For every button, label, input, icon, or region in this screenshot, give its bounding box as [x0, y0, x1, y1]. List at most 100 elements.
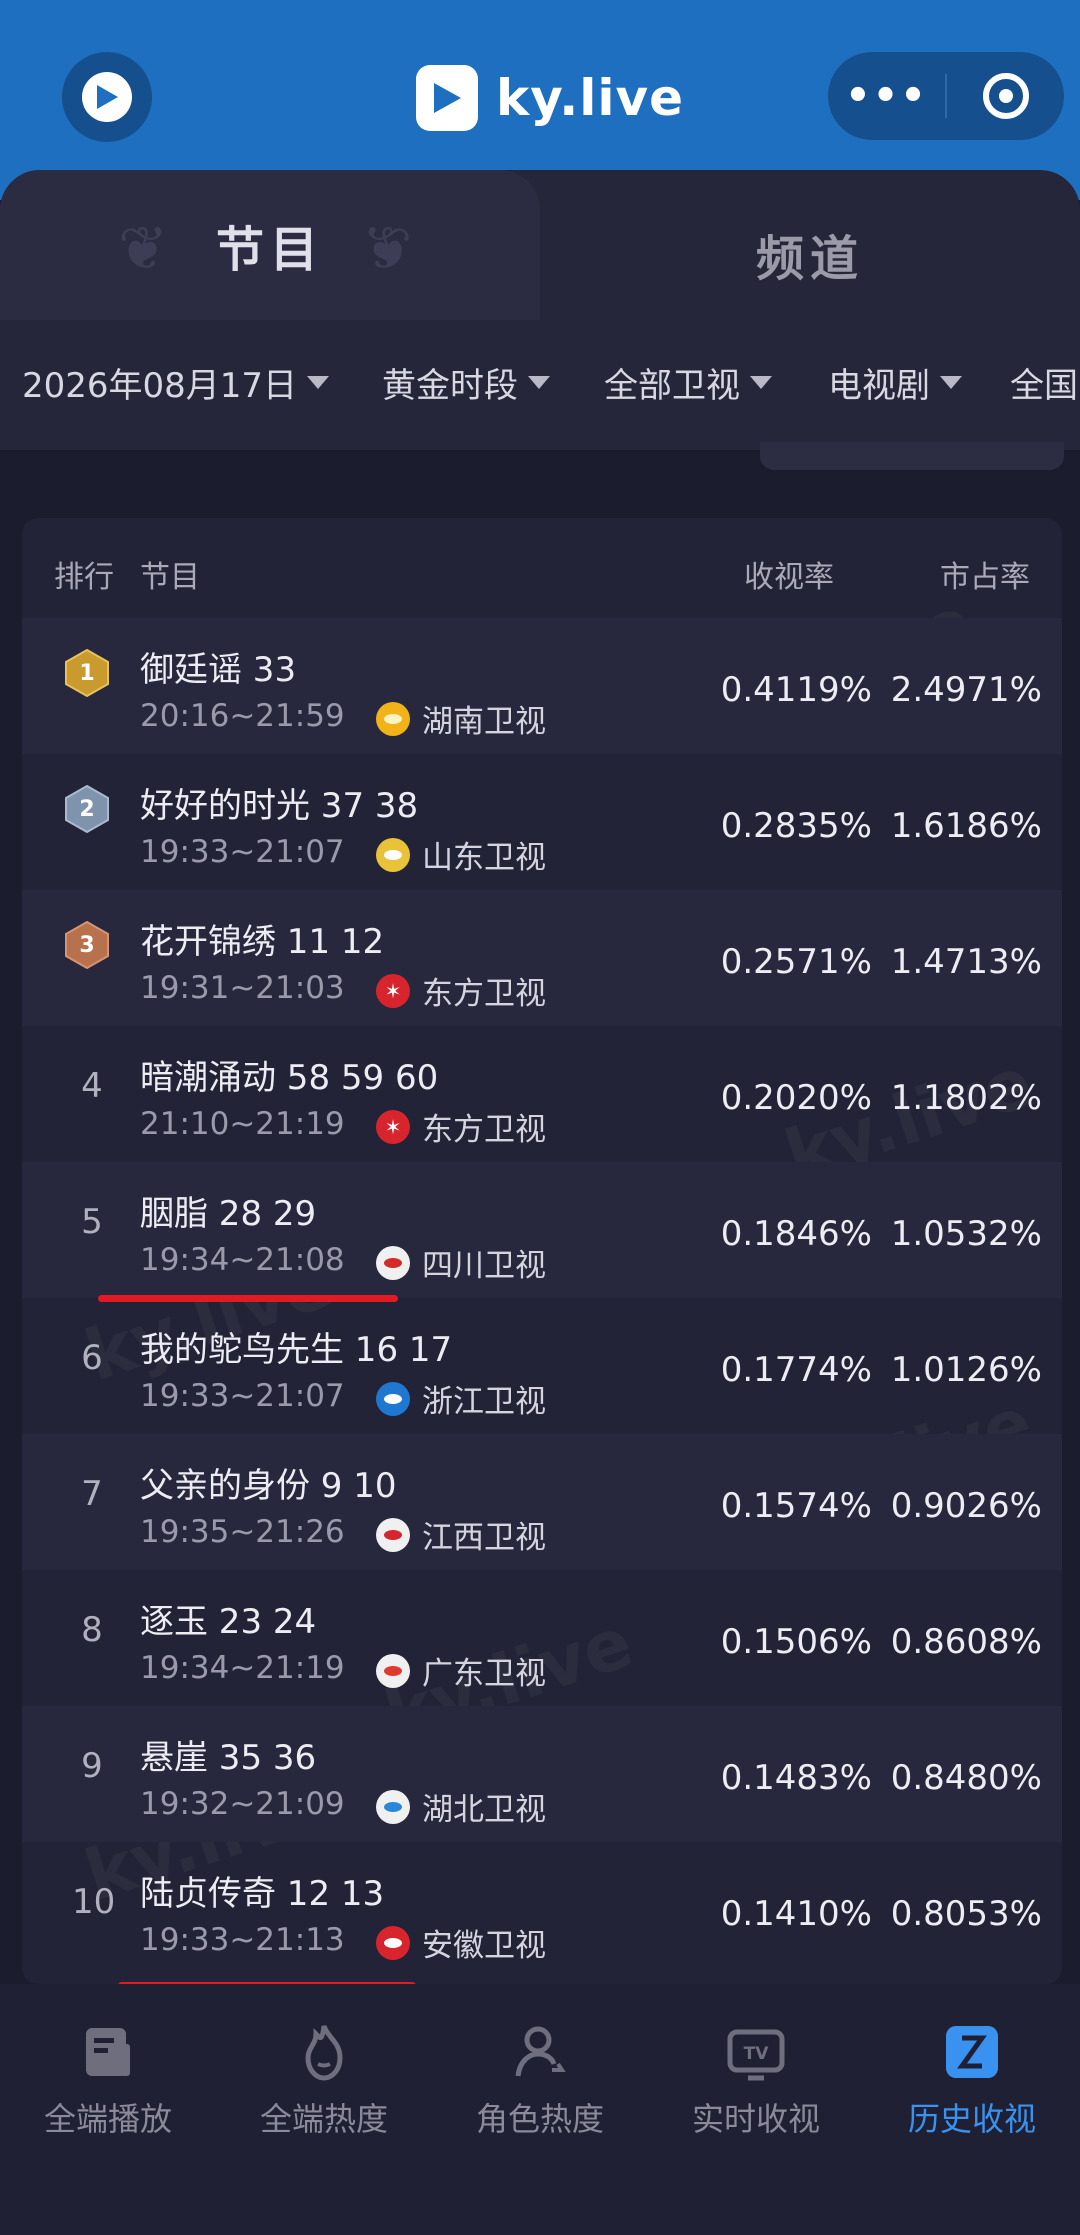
- table-row[interactable]: 8 逐玉 23 24 19:34~21:19 广东卫视 0.1506% 0.86…: [22, 1570, 1062, 1706]
- share-value: 0.8480%: [890, 1758, 1042, 1798]
- gold-medal-icon: 1: [64, 648, 110, 698]
- history-icon: [946, 2026, 998, 2078]
- jiangxi-tv-logo-icon: [376, 1517, 410, 1552]
- caret-down-icon: [940, 376, 962, 389]
- home-button[interactable]: [62, 52, 152, 142]
- program-time: 19:33~21:07: [140, 1378, 345, 1414]
- filter-timeslot-label: 黄金时段: [382, 366, 518, 406]
- header-program: 节目: [140, 560, 200, 595]
- share-value: 1.6186%: [890, 806, 1042, 846]
- tab-programs[interactable]: ❦ 节目 ❦: [0, 170, 540, 320]
- nav-history-label: 历史收视: [907, 2100, 1036, 2138]
- bronze-medal-icon: 3: [64, 920, 110, 970]
- nav-realtime-label: 实时收视: [691, 2100, 820, 2138]
- nav-history[interactable]: 历史收视: [864, 2020, 1080, 2140]
- program-time: 19:31~21:03: [140, 970, 345, 1006]
- target-icon: [982, 73, 1029, 119]
- filter-genre[interactable]: 电视剧: [828, 358, 962, 407]
- rating-value: 0.1774%: [720, 1350, 872, 1390]
- dragon-tv-logo-icon: ✶: [376, 1109, 410, 1144]
- anhui-tv-logo-icon: [376, 1925, 410, 1960]
- program-title: 我的鸵鸟先生 16 17: [140, 1330, 453, 1370]
- rank-number: 4: [81, 1066, 103, 1106]
- share-value: 0.8608%: [890, 1622, 1042, 1662]
- hunan-tv-logo-icon: [376, 701, 410, 736]
- channel-name: 安徽卫视: [376, 1920, 546, 1965]
- filter-genre-label: 电视剧: [828, 366, 930, 406]
- filter-channels[interactable]: 全部卫视: [604, 358, 772, 407]
- rating-value: 0.2020%: [720, 1078, 872, 1118]
- rating-value: 0.1506%: [720, 1622, 872, 1662]
- program-time: 21:10~21:19: [140, 1106, 345, 1142]
- table-row[interactable]: 3 花开锦绣 11 12 19:31~21:03 ✶ 东方卫视 0.2571% …: [22, 890, 1062, 1026]
- nav-all-play[interactable]: 全端播放: [0, 2020, 216, 2140]
- header-rating: 收视率: [744, 560, 834, 595]
- nav-all-play-label: 全端播放: [43, 2100, 172, 2138]
- app-logo: ky.live: [416, 58, 684, 138]
- share-value: 2.4971%: [890, 670, 1042, 710]
- tab-bar: ❦ 节目 ❦ 频道: [0, 170, 1080, 320]
- table-row[interactable]: 7 父亲的身份 9 10 19:35~21:26 江西卫视 0.1574% 0.…: [22, 1434, 1062, 1570]
- laurel-right-icon: ❦: [362, 214, 413, 284]
- program-title: 花开锦绣 11 12: [140, 922, 385, 962]
- channel-name: 广东卫视: [376, 1648, 546, 1693]
- rating-value: 0.2835%: [720, 806, 872, 846]
- table-row[interactable]: 6 我的鸵鸟先生 16 17 19:33~21:07 浙江卫视 0.1774% …: [22, 1298, 1062, 1434]
- rank-number: 5: [81, 1202, 103, 1242]
- filter-timeslot[interactable]: 黄金时段: [382, 358, 550, 407]
- rating-value: 0.4119%: [720, 670, 872, 710]
- shandong-tv-logo-icon: [376, 837, 410, 872]
- program-title: 暗潮涌动 58 59 60: [140, 1058, 439, 1098]
- svg-text:TV: TV: [744, 2044, 770, 2064]
- share-value: 1.0126%: [890, 1350, 1042, 1390]
- hubei-tv-logo-icon: [376, 1789, 410, 1824]
- rating-value: 0.2571%: [720, 942, 872, 982]
- dragon-tv-logo-icon: ✶: [376, 973, 410, 1008]
- program-time: 19:34~21:08: [140, 1242, 345, 1278]
- channel-name: 江西卫视: [376, 1512, 546, 1557]
- nav-realtime[interactable]: TV 实时收视: [648, 2020, 864, 2140]
- rank-number: 6: [81, 1338, 103, 1378]
- tab-channels-label: 频道: [755, 231, 864, 287]
- channel-name: 山东卫视: [376, 832, 546, 877]
- share-value: 1.1802%: [890, 1078, 1042, 1118]
- mini-program-capsule: •••: [828, 52, 1064, 140]
- table-row[interactable]: 4 暗潮涌动 58 59 60 21:10~21:19 ✶ 东方卫视 0.202…: [22, 1026, 1062, 1162]
- program-time: 19:32~21:09: [140, 1786, 345, 1822]
- logo-mark-icon: [416, 65, 478, 131]
- filter-region[interactable]: 全国: [1010, 358, 1078, 407]
- program-title: 好好的时光 37 38: [140, 786, 419, 826]
- channel-name: ✶ 东方卫视: [376, 968, 546, 1013]
- sichuan-tv-logo-icon: [376, 1245, 410, 1280]
- bottom-nav: 全端播放 全端热度 角色热度 TV 实时收视 历史收视: [0, 1984, 1080, 2235]
- filter-scroll-indicator: [760, 442, 1064, 470]
- program-time: 19:35~21:26: [140, 1514, 345, 1550]
- table-row[interactable]: 1 御廷谣 33 20:16~21:59 湖南卫视 0.4119% 2.4971…: [22, 618, 1062, 754]
- channel-name: 湖北卫视: [376, 1784, 546, 1829]
- nav-all-heat[interactable]: 全端热度: [216, 2020, 432, 2140]
- caret-down-icon: [528, 376, 550, 389]
- caret-down-icon: [307, 376, 330, 389]
- table-row[interactable]: 2 好好的时光 37 38 19:33~21:07 山东卫视 0.2835% 1…: [22, 754, 1062, 890]
- close-button[interactable]: [947, 52, 1064, 140]
- tab-channels[interactable]: 频道: [540, 188, 1080, 320]
- channel-name: 湖南卫视: [376, 696, 546, 741]
- table-row[interactable]: 9 悬崖 35 36 19:32~21:09 湖北卫视 0.1483% 0.84…: [22, 1706, 1062, 1842]
- zhejiang-tv-logo-icon: [376, 1381, 410, 1416]
- table-row[interactable]: 10 陆贞传奇 12 13 19:33~21:13 安徽卫视 0.1410% 0…: [22, 1842, 1062, 1978]
- guangdong-tv-logo-icon: [376, 1653, 410, 1688]
- channel-name: 浙江卫视: [376, 1376, 546, 1421]
- share-value: 1.0532%: [890, 1214, 1042, 1254]
- nav-role-heat[interactable]: 角色热度: [432, 2020, 648, 2140]
- filter-date[interactable]: 2026年08月17日: [22, 358, 330, 407]
- program-title: 御廷谣 33: [140, 650, 297, 690]
- channel-name: 四川卫视: [376, 1240, 546, 1285]
- more-button[interactable]: •••: [828, 52, 945, 140]
- table-row[interactable]: 5 胭脂 28 29 19:34~21:08 四川卫视 0.1846% 1.05…: [22, 1162, 1062, 1298]
- channel-name: ✶ 东方卫视: [376, 1104, 546, 1149]
- rank-number: 10: [72, 1882, 116, 1922]
- rating-value: 0.1574%: [720, 1486, 872, 1526]
- rank-number: 7: [81, 1474, 103, 1514]
- filter-channels-label: 全部卫视: [604, 366, 740, 406]
- share-value: 0.8053%: [890, 1894, 1042, 1934]
